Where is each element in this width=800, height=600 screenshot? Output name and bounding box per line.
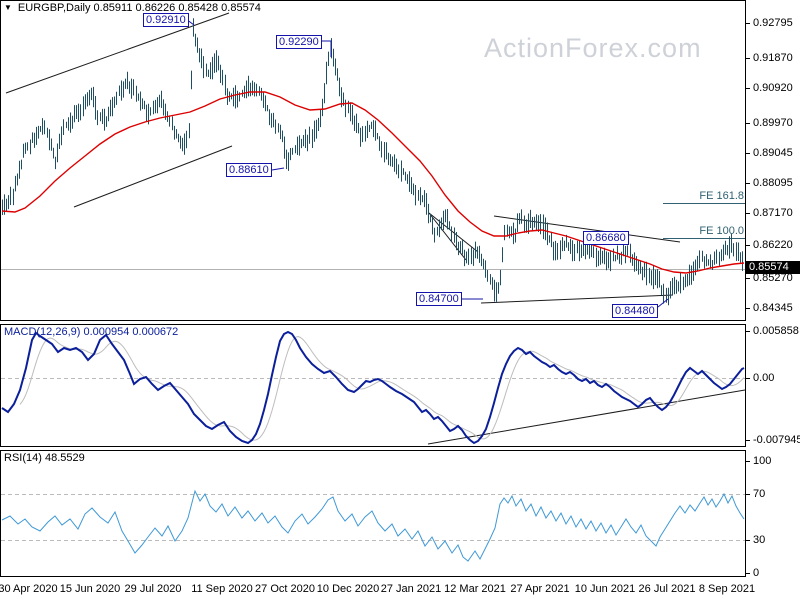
macd-axis-label: 0.00 <box>753 372 775 384</box>
price-axis-label: 0.91870 <box>753 52 793 64</box>
fib-extension-label: FE 100.0 <box>699 225 744 237</box>
date-axis-label: 11 Sep 2020 <box>191 583 253 595</box>
rsi-axis-label: 30 <box>753 534 766 546</box>
rsi-axis-label: 0 <box>753 567 760 579</box>
date-axis-label: 10 Jun 2021 <box>574 583 636 595</box>
symbol-ohlc-text: EURGBP,Daily 0.85911 0.86226 0.85428 0.8… <box>17 2 261 14</box>
date-axis-label: 10 Dec 2020 <box>316 583 380 595</box>
price-annotation-box: 0.84480 <box>612 304 658 318</box>
date-axis-label: 8 Sep 2021 <box>698 583 756 595</box>
price-axis-label: 0.88095 <box>753 177 793 189</box>
chart-canvas[interactable] <box>0 0 800 600</box>
price-axis-label: 0.84345 <box>753 302 793 314</box>
price-annotation-box: 0.84700 <box>416 292 462 306</box>
price-axis-label: 0.89045 <box>753 147 793 159</box>
date-axis-label: 27 Apr 2021 <box>510 583 570 595</box>
price-annotation-box: 0.88610 <box>226 163 272 177</box>
current-price-badge: 0.85574 <box>746 261 800 274</box>
date-axis-label: 12 Mar 2021 <box>444 583 506 595</box>
price-annotation-box: 0.86680 <box>583 231 629 245</box>
rsi-axis-label: 70 <box>753 488 766 500</box>
date-axis-label: 27 Jan 2021 <box>380 583 442 595</box>
price-axis-label: 0.90920 <box>753 82 793 94</box>
date-axis-label: 29 Jul 2020 <box>124 583 182 595</box>
date-axis-label: 15 Jun 2020 <box>59 583 121 595</box>
date-axis-label: 30 Apr 2020 <box>0 583 58 595</box>
symbol-dropdown-icon[interactable]: ▼ <box>4 2 12 14</box>
macd-axis-label: 0.005858 <box>753 325 799 337</box>
forex-chart: ActionForex.com ▼ EURGBP,Daily 0.85911 0.… <box>0 0 800 600</box>
price-axis-label: 0.87170 <box>753 207 793 219</box>
macd-indicator-label: MACD(12,26,9) 0.000954 0.000672 <box>4 326 179 338</box>
rsi-indicator-label: RSI(14) 48.5529 <box>4 452 85 464</box>
date-axis-label: 26 Jul 2021 <box>638 583 696 595</box>
price-axis-label: 0.92795 <box>753 17 793 29</box>
price-annotation-box: 0.92910 <box>143 13 189 27</box>
date-axis-label: 27 Oct 2020 <box>255 583 315 595</box>
price-annotation-box: 0.92290 <box>276 35 322 49</box>
macd-axis-label: -0.007945 <box>753 434 800 446</box>
price-axis-label: 0.86220 <box>753 239 793 251</box>
rsi-axis-label: 100 <box>753 455 772 467</box>
price-axis-label: 0.89970 <box>753 117 793 129</box>
symbol-legend: ▼ EURGBP,Daily 0.85911 0.86226 0.85428 0.… <box>4 2 261 14</box>
fib-extension-label: FE 161.8 <box>699 190 744 202</box>
